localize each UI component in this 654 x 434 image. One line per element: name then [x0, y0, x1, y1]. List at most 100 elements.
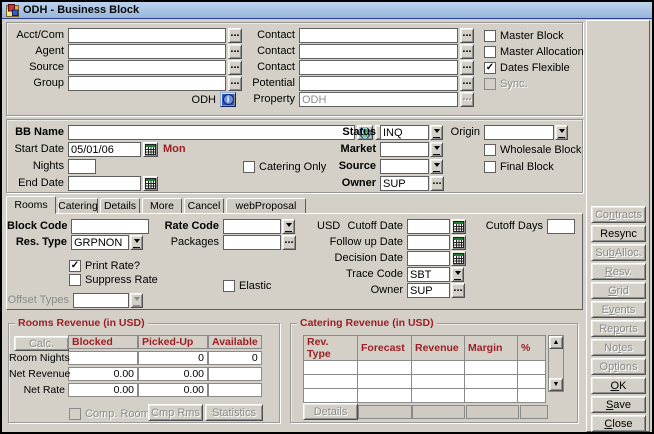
tab-details[interactable]: Details: [100, 198, 140, 214]
tab-cancel[interactable]: Cancel: [184, 198, 224, 214]
nights-input[interactable]: [68, 159, 96, 174]
cutoff-days-input[interactable]: [547, 219, 575, 234]
rate-code-list-button[interactable]: [282, 219, 295, 234]
offset-types-input: [73, 293, 129, 308]
res-type-input[interactable]: [71, 235, 129, 250]
potential-lookup-button[interactable]: ...: [460, 76, 474, 91]
contact1-lookup-button[interactable]: ...: [460, 28, 474, 43]
source-status-input[interactable]: [380, 159, 429, 174]
save-button[interactable]: Save: [591, 396, 646, 413]
wholesale-block-checkbox[interactable]: Wholesale Block: [484, 143, 581, 156]
contact1-input[interactable]: [299, 28, 458, 43]
cutoff-date-input[interactable]: [407, 219, 450, 234]
checkbox-box: ✓: [69, 260, 81, 272]
acct-com-input[interactable]: [68, 28, 226, 43]
catering-revenue-table: Rev. Type Forecast Revenue Margin %: [303, 335, 546, 403]
calc-button: Calc.: [14, 336, 69, 351]
cell: [465, 361, 518, 375]
contact2-lookup-button[interactable]: ...: [460, 44, 474, 59]
list-item[interactable]: [304, 375, 546, 389]
follow-up-date-input[interactable]: [407, 235, 450, 250]
trace-code-label: Trace Code: [329, 267, 403, 282]
resync-button[interactable]: Resync: [591, 225, 646, 242]
rooms-revenue-group: Rooms Revenue (in USD) Calc. Blocked Pic…: [8, 323, 280, 423]
origin-input[interactable]: [484, 125, 554, 140]
table-row: 0.00 0.00: [68, 383, 262, 397]
trace-code-input[interactable]: [407, 267, 450, 282]
master-allocation-checkbox[interactable]: Master Allocation: [484, 45, 584, 58]
origin-list-button[interactable]: [555, 125, 568, 140]
end-date-label: End Date: [7, 176, 64, 191]
list-item[interactable]: [304, 361, 546, 375]
cutoff-date-calendar-button[interactable]: [451, 219, 466, 234]
cell: [412, 375, 465, 389]
ok-button[interactable]: OK: [591, 377, 646, 394]
catering-only-checkbox[interactable]: Catering Only: [243, 160, 326, 173]
revenue-total-cell: [412, 405, 465, 419]
packages-lookup-button[interactable]: ...: [282, 235, 296, 250]
group-input[interactable]: [68, 76, 226, 91]
rate-code-input[interactable]: [223, 219, 281, 234]
rooms-owner-lookup-button[interactable]: ...: [451, 283, 465, 298]
notes-button: Notes: [591, 339, 646, 356]
source-input[interactable]: [68, 60, 226, 75]
scroll-down-button[interactable]: ▼: [549, 378, 563, 391]
end-date-input[interactable]: [68, 176, 141, 191]
block-code-input[interactable]: [71, 219, 149, 234]
potential-input[interactable]: [299, 76, 458, 91]
status-input[interactable]: [380, 125, 429, 140]
tab-rooms[interactable]: Rooms: [6, 196, 56, 214]
tab-catering[interactable]: Catering: [58, 198, 98, 214]
market-list-button[interactable]: [430, 142, 443, 157]
info-icon: i: [223, 94, 234, 105]
scroll-up-button[interactable]: ▲: [549, 336, 563, 349]
column-header: Forecast: [358, 336, 412, 361]
reports-button: Reports: [591, 320, 646, 337]
decision-date-input[interactable]: [407, 251, 450, 266]
rooms-owner-input[interactable]: [407, 283, 450, 298]
table-row: 0 0: [68, 351, 262, 365]
options-button: Options: [591, 358, 646, 375]
contact3-input[interactable]: [299, 60, 458, 75]
agent-input[interactable]: [68, 44, 226, 59]
decision-date-calendar-button[interactable]: [451, 251, 466, 266]
owner-input[interactable]: [380, 176, 429, 191]
app-icon: [6, 4, 19, 17]
res-type-list-button[interactable]: [130, 235, 143, 250]
net-revenue-label: Net Revenue: [9, 367, 65, 382]
forecast-total-cell: [358, 405, 412, 419]
end-date-calendar-button[interactable]: [143, 176, 158, 191]
tab-more[interactable]: More: [142, 198, 182, 214]
contracts-button: Contracts: [591, 206, 646, 223]
final-block-checkbox[interactable]: Final Block: [484, 160, 554, 173]
cell: [358, 375, 412, 389]
elastic-checkbox[interactable]: Elastic: [223, 279, 271, 292]
contact3-lookup-button[interactable]: ...: [460, 60, 474, 75]
info-button[interactable]: i: [220, 92, 236, 107]
bb-name-input[interactable]: [68, 125, 355, 140]
comp-rooms-checkbox: Comp. Rooms: [69, 407, 155, 420]
source-list-button[interactable]: [430, 159, 443, 174]
follow-up-date-calendar-button[interactable]: [451, 235, 466, 250]
packages-input[interactable]: [223, 235, 281, 250]
checkbox-label: Elastic: [239, 280, 271, 292]
trace-code-list-button[interactable]: [451, 267, 464, 282]
side-button-panel: Contracts Resync Sub Alloc. Resv. Grid E…: [586, 20, 650, 432]
status-list-button[interactable]: [430, 125, 443, 140]
tab-webproposal[interactable]: webProposal: [226, 198, 306, 214]
print-rate-checkbox[interactable]: ✓ Print Rate?: [69, 259, 140, 272]
list-item[interactable]: [304, 389, 546, 403]
start-date-input[interactable]: [68, 142, 141, 157]
decision-date-label: Decision Date: [329, 251, 403, 266]
offset-types-list-button: [130, 293, 143, 308]
room-nights-blocked: [68, 351, 138, 365]
contact2-input[interactable]: [299, 44, 458, 59]
start-date-calendar-button[interactable]: [143, 142, 158, 157]
dates-flexible-checkbox[interactable]: ✓ Dates Flexible: [484, 61, 570, 74]
catering-scrollbar[interactable]: ▲ ▼: [548, 335, 564, 392]
suppress-rate-checkbox[interactable]: Suppress Rate: [69, 273, 158, 286]
close-button[interactable]: Close: [591, 415, 646, 432]
market-input[interactable]: [380, 142, 429, 157]
owner-lookup-button[interactable]: ...: [430, 176, 444, 191]
master-block-checkbox[interactable]: Master Block: [484, 29, 564, 42]
